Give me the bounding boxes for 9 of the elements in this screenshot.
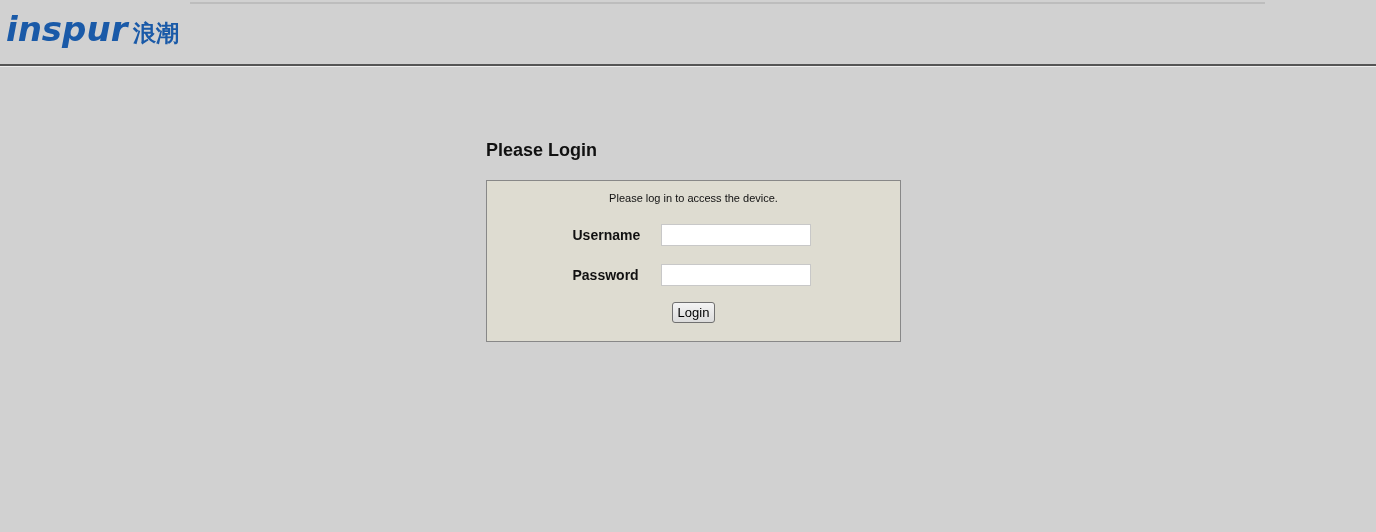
field-label: Username — [572, 227, 642, 243]
login-button[interactable]: Login — [671, 302, 716, 323]
input-field[interactable] — [660, 224, 811, 246]
page-title: Please Login — [486, 140, 599, 161]
field-label: Password — [572, 267, 640, 283]
input-field[interactable] — [660, 264, 811, 286]
logo-chinese-name: 浪潮 — [133, 19, 180, 48]
login-message: Please log in to access the device. — [609, 192, 778, 204]
logo-wordmark: inspur — [6, 9, 128, 49]
